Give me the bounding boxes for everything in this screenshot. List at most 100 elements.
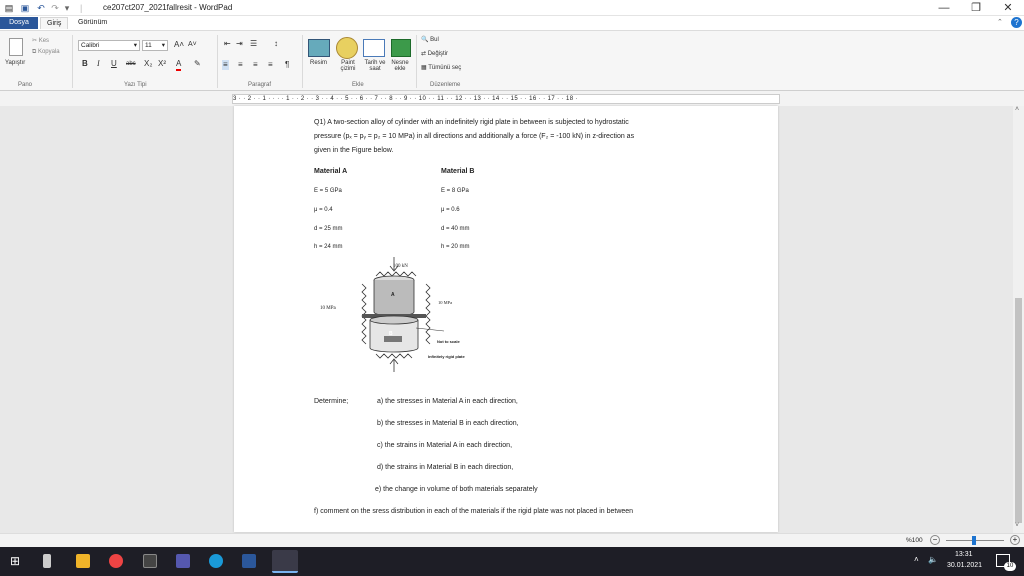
edge-icon[interactable]: [209, 554, 223, 568]
volume-icon[interactable]: 🔈: [928, 555, 938, 564]
zoom-slider-thumb[interactable]: [972, 536, 976, 545]
right-pressure-arrows: [425, 283, 431, 345]
material-a-mu: μ = 0.4: [314, 207, 333, 213]
tab-file[interactable]: Dosya: [0, 17, 38, 29]
paragraph-settings-icon[interactable]: ¶: [285, 60, 289, 70]
chevron-up-icon[interactable]: ˄: [914, 555, 919, 564]
pressure-right-label: 10 MPa: [438, 300, 453, 305]
paste-icon[interactable]: [9, 38, 23, 56]
question-line-3: given in the Figure below.: [314, 147, 394, 154]
date-time-button[interactable]: Tarih ve saat: [362, 60, 388, 72]
insert-picture-button[interactable]: Resim: [310, 60, 327, 66]
group-label-font: Yazı Tipi: [124, 82, 147, 88]
paint-icon[interactable]: [336, 37, 358, 59]
justify-icon[interactable]: ≡: [268, 60, 273, 70]
ruler[interactable]: 3 · · 2 · · 1 · · · · 1 · · 2 · · 3 · · …: [232, 94, 780, 104]
vertical-scrollbar[interactable]: ˄ ˅: [1013, 106, 1024, 533]
font-color-icon[interactable]: A: [176, 59, 182, 71]
app-icon: ▤: [4, 3, 14, 13]
scroll-down-icon[interactable]: ˅: [1015, 522, 1019, 529]
ribbon: Yapıştır ✂ Kes ⧉ Kopyala Pano Calibri ▾ 1…: [0, 30, 1024, 91]
tab-home[interactable]: Giriş: [40, 17, 68, 29]
replace-button[interactable]: ⇄ Değiştir: [421, 50, 448, 57]
copy-button[interactable]: ⧉ Kopyala: [32, 49, 60, 56]
scroll-up-icon[interactable]: ˄: [1015, 106, 1019, 113]
collapse-ribbon-icon[interactable]: ⌃: [997, 18, 1003, 26]
grow-font-icon[interactable]: A˄: [174, 40, 184, 50]
shrink-font-icon[interactable]: A˅: [188, 40, 197, 50]
force-label: 100 kN: [393, 264, 408, 269]
calendar-icon[interactable]: [363, 39, 385, 57]
select-all-button[interactable]: ▦ Tümünü seç: [421, 64, 461, 71]
help-icon[interactable]: ?: [1011, 17, 1022, 28]
scrollbar-thumb[interactable]: [1015, 298, 1022, 523]
undo-icon[interactable]: ↶: [36, 3, 46, 13]
wordpad-window: ▤ ▣ ↶ ↷ ▾ | ce207ct207_2021fallresit - W…: [0, 0, 1024, 576]
zoom-out-icon[interactable]: −: [930, 535, 940, 545]
material-b-title: Material B: [441, 168, 475, 175]
divider: [416, 35, 417, 88]
window-title: ce207ct207_2021fallresit - WordPad: [103, 3, 233, 12]
search-icon[interactable]: [43, 554, 51, 568]
increase-indent-icon[interactable]: ⇥: [236, 39, 243, 49]
align-left-icon[interactable]: ≡: [222, 60, 229, 70]
ruler-scale: 3 · · 2 · · 1 · · · · 1 · · 2 · · 3 · · …: [233, 96, 578, 102]
file-explorer-icon[interactable]: [76, 554, 90, 568]
item-f: f) comment on the sress distribution in …: [314, 508, 634, 515]
superscript-icon[interactable]: X²: [158, 59, 166, 69]
italic-icon[interactable]: I: [97, 59, 100, 69]
clock-date[interactable]: 30.01.2021: [947, 562, 982, 569]
group-label-paragraph: Paragraf: [248, 82, 272, 88]
redo-icon[interactable]: ↷: [50, 3, 60, 13]
font-size-value: 11: [145, 42, 152, 49]
decrease-indent-icon[interactable]: ⇤: [224, 39, 231, 49]
line-spacing-icon[interactable]: ↕: [274, 39, 278, 49]
cylinder-a-body: [373, 280, 415, 317]
zoom-in-icon[interactable]: +: [1010, 535, 1020, 545]
object-icon[interactable]: [391, 39, 411, 57]
paste-button[interactable]: Yapıştır: [5, 60, 25, 66]
material-b-e: E = 8 GPa: [441, 188, 469, 194]
find-label: Bul: [430, 37, 439, 43]
insert-object-button[interactable]: Nesne ekle: [389, 60, 411, 72]
bullet-list-icon[interactable]: ☰: [250, 39, 257, 49]
subscript-icon[interactable]: X₂: [144, 59, 152, 69]
font-family-value: Calibri: [81, 42, 100, 49]
underline-icon[interactable]: U: [111, 59, 117, 69]
title-separator: |: [80, 3, 83, 13]
clock-time[interactable]: 13:31: [955, 551, 973, 558]
document-page[interactable]: Q1) A two-section alloy of cylinder with…: [234, 106, 778, 532]
maximize-button[interactable]: ❐: [960, 0, 992, 16]
rigid-plate-label: Infinitely rigid plate: [428, 354, 465, 359]
wordpad-taskbar-button[interactable]: [272, 550, 298, 573]
font-family-select[interactable]: Calibri ▾: [78, 40, 140, 51]
select-all-label: Tümünü seç: [428, 65, 462, 71]
zoom-level: %100: [906, 537, 923, 544]
chrome-icon[interactable]: [109, 554, 123, 568]
picture-icon[interactable]: [308, 39, 330, 57]
find-button[interactable]: 🔍 Bul: [421, 36, 439, 43]
bold-icon[interactable]: B: [82, 59, 88, 69]
material-b-mu: μ = 0.6: [441, 207, 460, 213]
align-center-icon[interactable]: ≡: [238, 60, 243, 70]
group-label-clipboard: Pano: [18, 82, 33, 88]
start-icon[interactable]: ⊞: [10, 555, 20, 567]
cut-button[interactable]: ✂ Kes: [32, 37, 49, 44]
replace-label: Değiştir: [427, 51, 449, 57]
strikethrough-icon[interactable]: abc: [126, 59, 136, 69]
paint-drawing-button[interactable]: Paint çizimi: [336, 60, 360, 72]
material-a-d: d = 25 mm: [314, 226, 343, 232]
teams-icon[interactable]: [176, 554, 190, 568]
app-icon-photos[interactable]: [143, 554, 157, 568]
close-button[interactable]: ✕: [992, 0, 1024, 16]
tab-view[interactable]: Görünüm: [72, 17, 112, 29]
save-icon[interactable]: ▣: [20, 3, 30, 13]
word-icon[interactable]: [242, 554, 256, 568]
align-right-icon[interactable]: ≡: [253, 60, 258, 70]
minimize-button[interactable]: —: [928, 0, 960, 16]
top-pressure-arrows: [375, 271, 417, 277]
font-size-select[interactable]: 11 ▾: [142, 40, 168, 51]
highlight-icon[interactable]: ✎: [194, 59, 201, 69]
customize-quick-access-icon[interactable]: ▾: [62, 3, 72, 13]
item-a: a) the stresses in Material A in each di…: [377, 398, 518, 405]
